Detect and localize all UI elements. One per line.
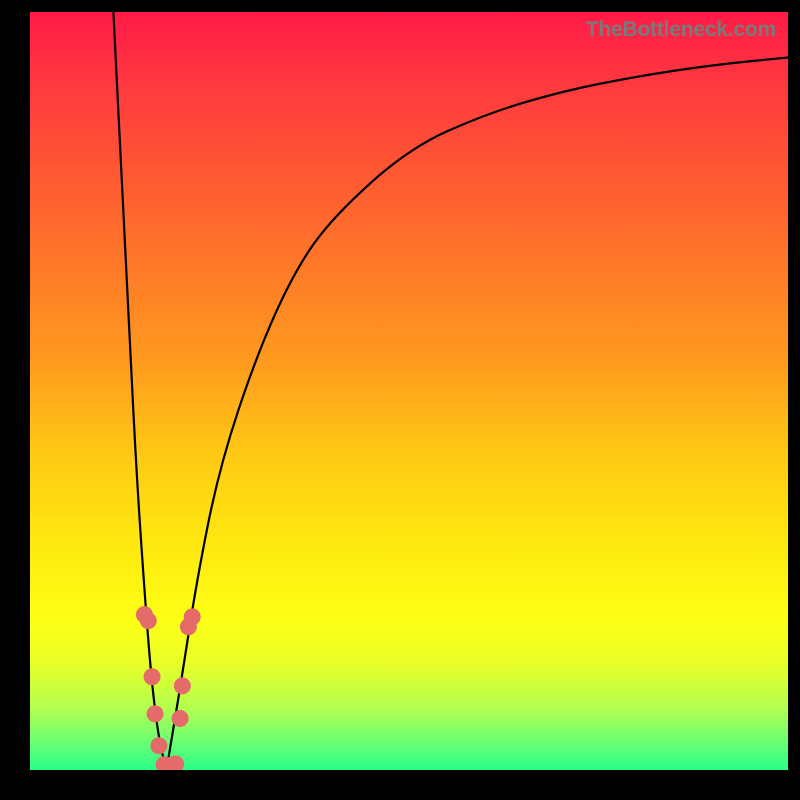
plot-area: TheBottleneck.com	[30, 12, 788, 770]
curve-left-branch	[113, 12, 166, 770]
data-point	[147, 705, 164, 722]
curve-right-branch	[166, 57, 788, 770]
points-group	[136, 606, 201, 770]
curve-group	[113, 12, 788, 770]
data-point	[150, 737, 167, 754]
chart-frame: TheBottleneck.com	[0, 0, 800, 800]
data-point	[140, 612, 157, 629]
data-point	[174, 677, 191, 694]
data-point	[172, 710, 189, 727]
data-point	[184, 608, 201, 625]
chart-svg	[30, 12, 788, 770]
data-point	[144, 668, 161, 685]
